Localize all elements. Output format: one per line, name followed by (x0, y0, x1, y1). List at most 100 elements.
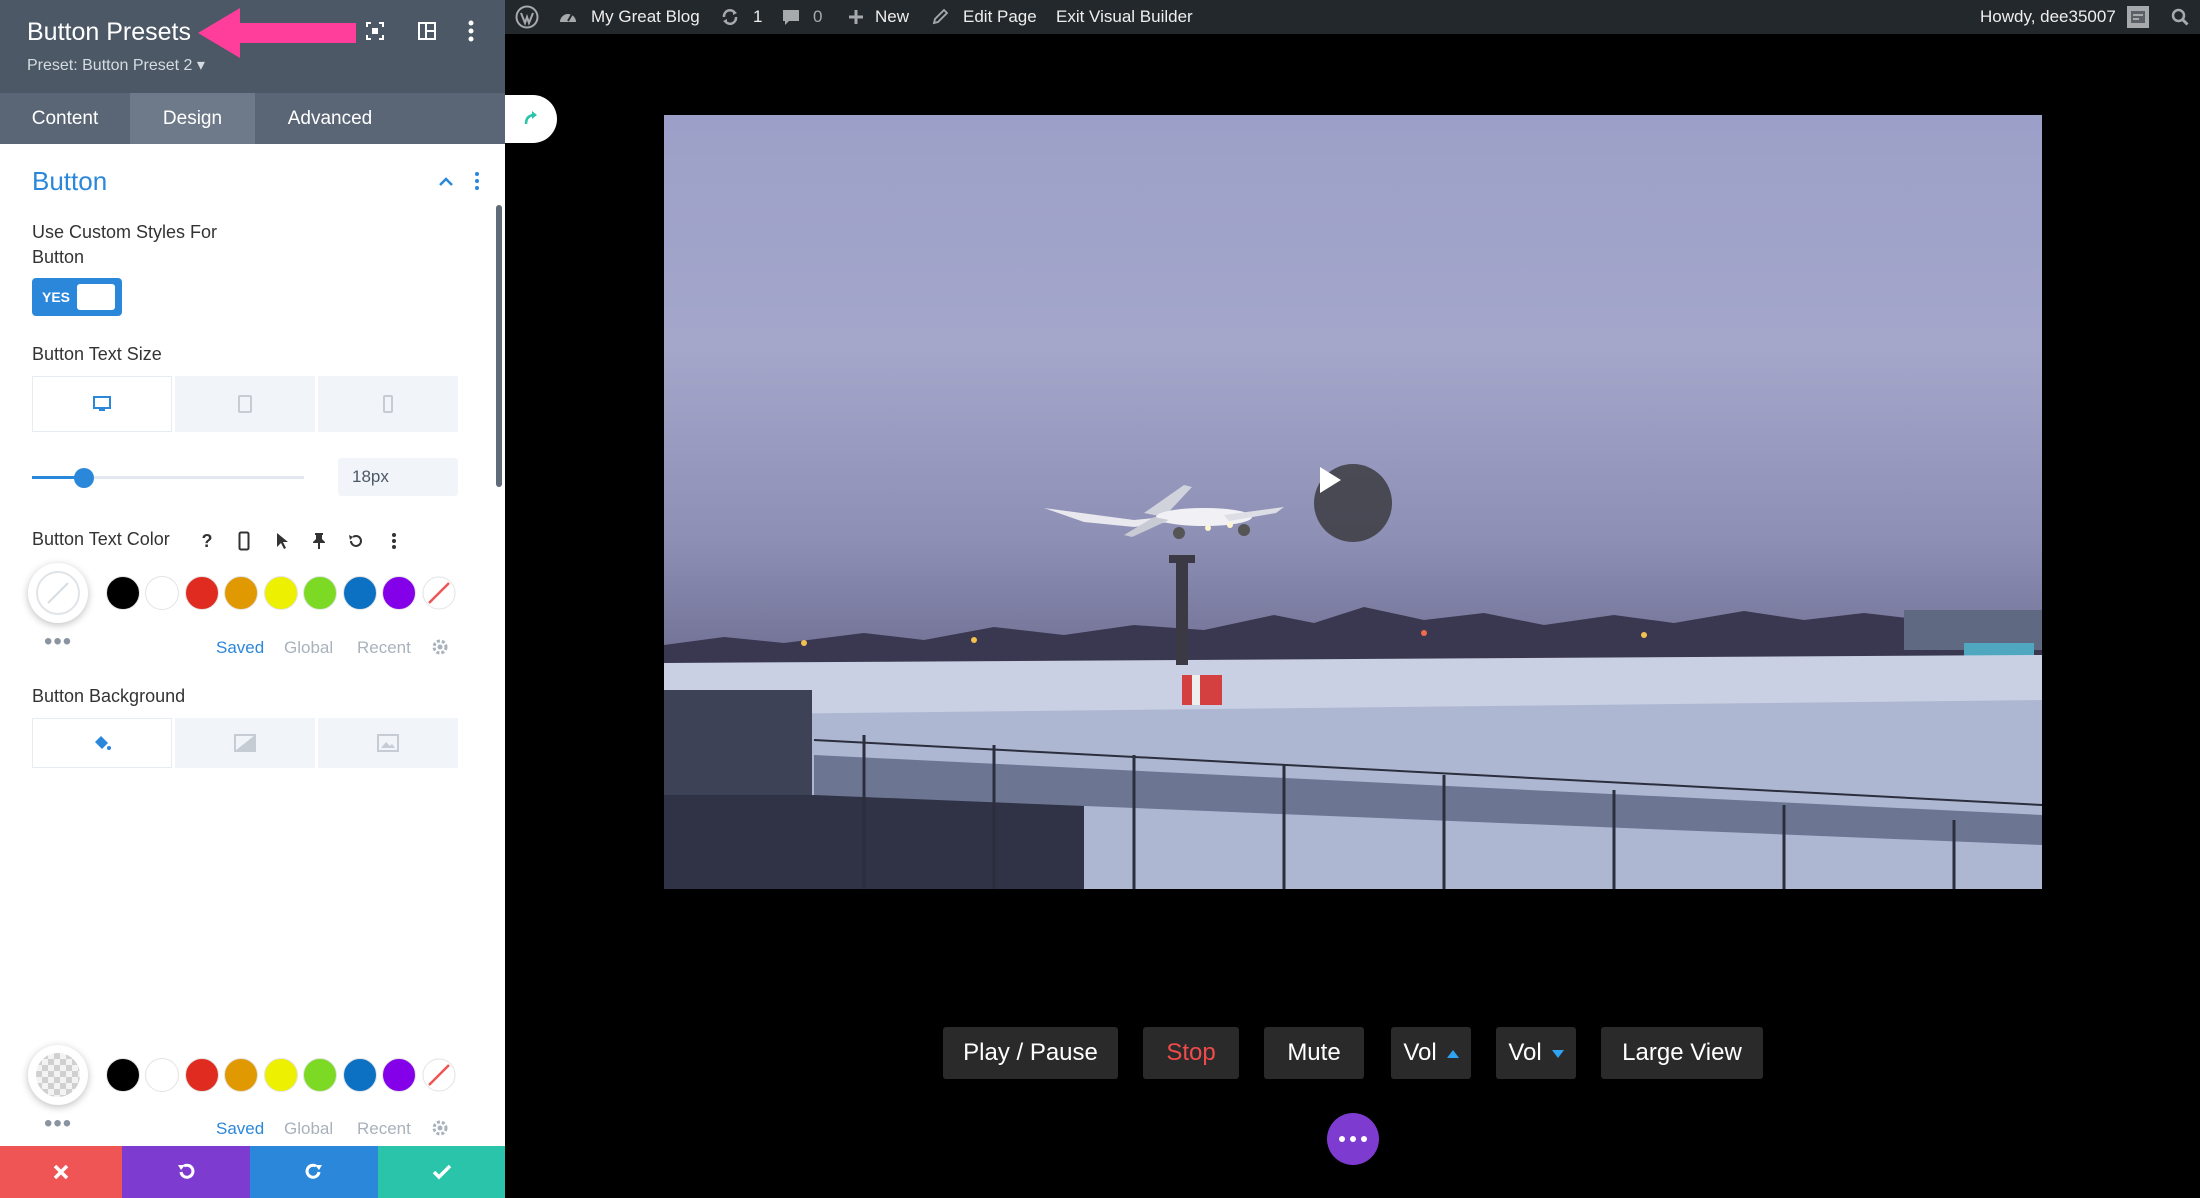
howdy-user[interactable]: Howdy, dee35007 (1980, 0, 2116, 34)
large-view-button[interactable]: Large View (1601, 1027, 1763, 1079)
edit-page-link[interactable]: Edit Page (963, 0, 1037, 34)
text-size-slider-track[interactable] (32, 476, 304, 479)
panel-scrollbar[interactable] (496, 205, 502, 487)
bg-color-tab[interactable] (32, 718, 172, 768)
video-frame[interactable] (664, 115, 2042, 889)
expand-arrow-icon (524, 111, 537, 125)
bg-swatch-yellow[interactable] (264, 1058, 298, 1092)
bg-palette-tab-recent[interactable]: Recent (357, 1119, 411, 1139)
desktop-tab[interactable] (32, 376, 172, 432)
bg-image-tab[interactable] (318, 718, 458, 768)
tab-advanced[interactable]: Advanced (255, 93, 405, 144)
volume-up-label: Vol (1403, 1039, 1437, 1066)
palette-more-icon[interactable]: ••• (44, 630, 72, 654)
redo-icon (305, 1163, 322, 1179)
palette-tab-saved[interactable]: Saved (216, 638, 264, 658)
section-more-icon[interactable] (468, 170, 486, 192)
bg-swatch-black[interactable] (106, 1058, 140, 1092)
section-title[interactable]: Button (32, 166, 107, 197)
color-swatch-blue[interactable] (343, 576, 377, 610)
tab-content[interactable]: Content (0, 93, 130, 144)
paint-bucket-icon (95, 736, 111, 750)
color-swatch-purple[interactable] (382, 576, 416, 610)
close-icon (53, 1164, 69, 1180)
builder-menu-button[interactable] (1327, 1113, 1379, 1165)
split-view-icon[interactable] (415, 19, 439, 43)
bg-swatch-orange[interactable] (224, 1058, 258, 1092)
wordpress-logo-icon[interactable] (515, 5, 539, 29)
color-swatch-white[interactable] (145, 576, 179, 610)
volume-up-button[interactable]: Vol (1391, 1027, 1471, 1079)
redo-button[interactable] (250, 1146, 378, 1198)
bg-palette-more-icon[interactable]: ••• (44, 1112, 72, 1136)
pencil-icon[interactable] (930, 7, 950, 27)
more-options-icon[interactable] (459, 19, 483, 43)
color-more-icon[interactable] (382, 529, 406, 553)
bg-no-color-icon[interactable] (422, 1058, 456, 1092)
bg-swatch-blue[interactable] (343, 1058, 377, 1092)
fullscreen-icon[interactable] (363, 19, 387, 43)
preset-selector[interactable]: Preset: Button Preset 2 ▾ (27, 55, 205, 75)
bg-gradient-tab[interactable] (175, 718, 315, 768)
custom-styles-label-line2: Button (32, 247, 85, 267)
text-size-label: Button Text Size (32, 344, 162, 364)
admin-bar: My Great Blog 1 0 New Edit Page Exit Vis… (505, 0, 2200, 34)
text-size-slider-handle[interactable] (74, 468, 94, 488)
bg-palette-settings-gear-icon[interactable] (430, 1118, 450, 1138)
desktop-icon (93, 396, 111, 411)
discard-button[interactable] (0, 1146, 122, 1198)
new-link[interactable]: New (875, 0, 909, 34)
hover-cursor-icon[interactable] (270, 529, 294, 553)
palette-settings-gear-icon[interactable] (430, 637, 450, 657)
color-picker-swatch[interactable] (28, 563, 88, 623)
save-button[interactable] (378, 1146, 505, 1198)
updates-count[interactable]: 1 (753, 0, 762, 34)
stop-button[interactable]: Stop (1143, 1027, 1239, 1079)
volume-down-button[interactable]: Vol (1496, 1027, 1576, 1079)
mute-button[interactable]: Mute (1264, 1027, 1364, 1079)
comments-count[interactable]: 0 (813, 0, 822, 34)
expand-builder-button[interactable] (505, 95, 557, 143)
reset-icon[interactable] (344, 529, 368, 553)
avatar[interactable] (2127, 6, 2149, 28)
phone-tab[interactable] (318, 376, 458, 432)
updates-icon[interactable] (720, 7, 740, 27)
palette-tab-global[interactable]: Global (284, 638, 333, 658)
undo-button[interactable] (122, 1146, 250, 1198)
color-swatch-orange[interactable] (224, 576, 258, 610)
toggle-knob (77, 284, 115, 310)
custom-styles-toggle[interactable]: YES (32, 278, 122, 316)
site-name-link[interactable]: My Great Blog (591, 0, 700, 34)
transparent-color (36, 1053, 80, 1097)
no-color-icon[interactable] (422, 576, 456, 610)
tablet-tab[interactable] (175, 376, 315, 432)
bg-swatch-purple[interactable] (382, 1058, 416, 1092)
tab-design[interactable]: Design (130, 93, 255, 144)
color-swatch-green[interactable] (303, 576, 337, 610)
background-color-picker-swatch[interactable] (28, 1045, 88, 1105)
settings-panel: Button Presets Preset: Button Preset 2 ▾… (0, 0, 505, 1198)
phone-icon (383, 395, 393, 413)
pin-icon[interactable] (307, 529, 331, 553)
bg-swatch-white[interactable] (145, 1058, 179, 1092)
color-swatch-black[interactable] (106, 576, 140, 610)
text-size-input[interactable]: 18px (338, 458, 458, 496)
mobile-icon[interactable] (232, 529, 256, 553)
bg-palette-tab-saved[interactable]: Saved (216, 1119, 264, 1139)
help-icon[interactable]: ? (195, 529, 219, 553)
palette-tab-recent[interactable]: Recent (357, 638, 411, 658)
chevron-up-icon[interactable] (437, 173, 455, 191)
bg-swatch-green[interactable] (303, 1058, 337, 1092)
search-icon[interactable] (2170, 7, 2190, 27)
color-swatch-yellow[interactable] (264, 576, 298, 610)
volume-down-label: Vol (1508, 1039, 1542, 1066)
menu-dot-icon (1361, 1136, 1367, 1142)
play-icon[interactable] (1314, 464, 1392, 542)
plus-icon[interactable] (846, 7, 866, 27)
play-pause-button[interactable]: Play / Pause (943, 1027, 1118, 1079)
comments-icon[interactable] (781, 7, 801, 27)
bg-palette-tab-global[interactable]: Global (284, 1119, 333, 1139)
bg-swatch-red[interactable] (185, 1058, 219, 1092)
exit-visual-builder-link[interactable]: Exit Visual Builder (1056, 0, 1193, 34)
color-swatch-red[interactable] (185, 576, 219, 610)
